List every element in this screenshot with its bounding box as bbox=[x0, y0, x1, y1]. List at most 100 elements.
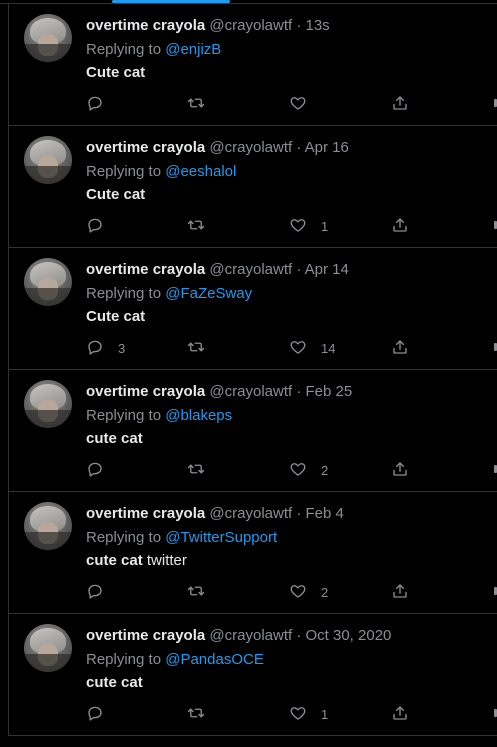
display-name[interactable]: overtime crayola bbox=[86, 505, 205, 522]
active-tab-indicator bbox=[112, 0, 230, 3]
like-button[interactable]: 14 bbox=[289, 338, 335, 358]
tweet-text-bold: cute cat bbox=[86, 552, 143, 569]
avatar[interactable] bbox=[24, 380, 72, 428]
timestamp[interactable]: Apr 14 bbox=[305, 261, 349, 278]
tweet-header: overtime crayola @crayolawtf · Oct 30, 2… bbox=[86, 626, 391, 646]
like-count: 1 bbox=[321, 706, 329, 722]
reply-button[interactable] bbox=[86, 704, 118, 724]
retweet-icon bbox=[187, 704, 205, 725]
reply-button[interactable] bbox=[86, 460, 118, 480]
timestamp[interactable]: 13s bbox=[306, 17, 330, 34]
handle[interactable]: @crayolawtf bbox=[209, 505, 292, 522]
tweet-text-bold: cute cat bbox=[86, 674, 143, 691]
like-button[interactable]: 2 bbox=[289, 582, 328, 602]
display-name[interactable]: overtime crayola bbox=[86, 139, 205, 156]
share-icon bbox=[391, 582, 409, 603]
avatar[interactable] bbox=[24, 258, 72, 306]
avatar-shade bbox=[24, 532, 72, 550]
avatar[interactable] bbox=[24, 136, 72, 184]
handle[interactable]: @crayolawtf bbox=[209, 17, 292, 34]
tweet[interactable]: overtime crayola @crayolawtf · Feb 4 Rep… bbox=[8, 492, 497, 614]
like-button[interactable]: 1 bbox=[289, 704, 328, 724]
share-button[interactable] bbox=[391, 704, 409, 724]
mention-link[interactable]: @FaZeSway bbox=[165, 285, 252, 302]
retweet-button[interactable] bbox=[187, 582, 205, 602]
share-button[interactable] bbox=[391, 338, 409, 358]
retweet-button[interactable] bbox=[187, 94, 205, 114]
reply-button[interactable] bbox=[86, 94, 118, 114]
retweet-button[interactable] bbox=[187, 704, 205, 724]
replying-to-label: Replying to bbox=[86, 529, 162, 546]
reply-icon bbox=[86, 338, 104, 359]
handle[interactable]: @crayolawtf bbox=[209, 627, 292, 644]
tweet-actions: 1 bbox=[86, 704, 497, 724]
display-name[interactable]: overtime crayola bbox=[86, 17, 205, 34]
timestamp[interactable]: Feb 4 bbox=[306, 505, 344, 522]
tweet-text: Cute cat bbox=[86, 307, 145, 327]
share-button[interactable] bbox=[391, 460, 409, 480]
replying-to-label: Replying to bbox=[86, 41, 162, 58]
separator-dot: · bbox=[292, 627, 306, 644]
tweet-text-rest: twitter bbox=[142, 552, 187, 569]
retweet-button[interactable] bbox=[187, 338, 205, 358]
avatar[interactable] bbox=[24, 624, 72, 672]
retweet-button[interactable] bbox=[187, 460, 205, 480]
heart-icon bbox=[289, 460, 307, 481]
timestamp[interactable]: Feb 25 bbox=[306, 383, 353, 400]
avatar[interactable] bbox=[24, 502, 72, 550]
mention-link[interactable]: @PandasOCE bbox=[165, 651, 264, 668]
timestamp[interactable]: Apr 16 bbox=[305, 139, 349, 156]
tweet[interactable]: overtime crayola @crayolawtf · 13s Reply… bbox=[8, 4, 497, 126]
tweet-text: Cute cat bbox=[86, 63, 145, 83]
like-button[interactable]: 2 bbox=[289, 460, 328, 480]
share-icon bbox=[391, 704, 409, 725]
tweet-text: cute cat twitter bbox=[86, 551, 187, 571]
reply-button[interactable]: 3 bbox=[86, 338, 125, 358]
like-button[interactable]: 1 bbox=[289, 216, 328, 236]
replying-to: Replying to @FaZeSway bbox=[86, 284, 252, 304]
retweet-button[interactable] bbox=[187, 216, 205, 236]
mention-link[interactable]: @eeshalol bbox=[165, 163, 236, 180]
mention-link[interactable]: @blakeps bbox=[165, 407, 232, 424]
tweet-text-bold: Cute cat bbox=[86, 64, 146, 81]
tweet[interactable]: overtime crayola @crayolawtf · Feb 25 Re… bbox=[8, 370, 497, 492]
tweet-text-bold: Cute cat bbox=[86, 308, 146, 325]
avatar-shade bbox=[24, 654, 72, 672]
retweet-icon bbox=[187, 582, 205, 603]
share-button[interactable] bbox=[391, 94, 409, 114]
heart-icon bbox=[289, 338, 307, 359]
handle[interactable]: @crayolawtf bbox=[209, 383, 292, 400]
heart-icon bbox=[289, 582, 307, 603]
reply-icon bbox=[86, 94, 104, 115]
display-name[interactable]: overtime crayola bbox=[86, 383, 205, 400]
replying-to-label: Replying to bbox=[86, 407, 162, 424]
tweet-actions: 3 14 bbox=[86, 338, 497, 358]
retweet-icon bbox=[187, 460, 205, 481]
tweet[interactable]: overtime crayola @crayolawtf · Apr 16 Re… bbox=[8, 126, 497, 248]
handle[interactable]: @crayolawtf bbox=[209, 261, 292, 278]
like-count: 2 bbox=[321, 584, 329, 600]
reply-count: 3 bbox=[118, 340, 126, 356]
heart-icon bbox=[289, 216, 307, 237]
reply-button[interactable] bbox=[86, 216, 118, 236]
tweet[interactable]: overtime crayola @crayolawtf · Apr 14 Re… bbox=[8, 248, 497, 370]
replying-to-label: Replying to bbox=[86, 163, 162, 180]
display-name[interactable]: overtime crayola bbox=[86, 627, 205, 644]
share-button[interactable] bbox=[391, 582, 409, 602]
avatar-shade bbox=[24, 410, 72, 428]
share-button[interactable] bbox=[391, 216, 409, 236]
like-button[interactable] bbox=[289, 94, 321, 114]
reply-button[interactable] bbox=[86, 582, 118, 602]
display-name[interactable]: overtime crayola bbox=[86, 261, 205, 278]
replying-to: Replying to @enjizB bbox=[86, 40, 221, 60]
mention-link[interactable]: @TwitterSupport bbox=[165, 529, 277, 546]
replying-to-label: Replying to bbox=[86, 285, 162, 302]
handle[interactable]: @crayolawtf bbox=[209, 139, 292, 156]
mention-link[interactable]: @enjizB bbox=[165, 41, 221, 58]
retweet-icon bbox=[187, 94, 205, 115]
tweet[interactable]: overtime crayola @crayolawtf · Oct 30, 2… bbox=[8, 614, 497, 736]
timestamp[interactable]: Oct 30, 2020 bbox=[306, 627, 392, 644]
tweet-text: cute cat bbox=[86, 673, 143, 693]
avatar[interactable] bbox=[24, 14, 72, 62]
like-count: 2 bbox=[321, 462, 329, 478]
